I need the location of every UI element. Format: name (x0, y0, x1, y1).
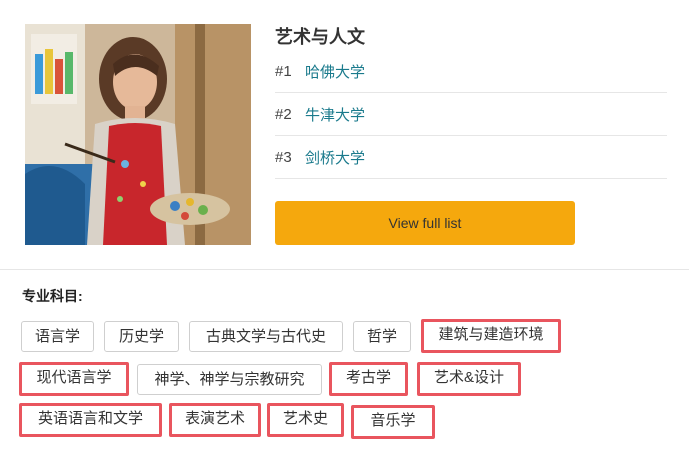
ranking-row: #2 牛津大学 (275, 93, 667, 136)
rank-number: #1 (275, 62, 292, 80)
subjects-heading: 专业科目: (22, 288, 83, 304)
rank-number: #3 (275, 148, 292, 166)
artist-photo (25, 24, 251, 245)
view-full-list-button[interactable]: View full list (275, 201, 575, 245)
subject-tag[interactable]: 古典文学与古代史 (189, 321, 343, 352)
subject-tag[interactable]: 建筑与建造环境 (421, 319, 561, 353)
subject-tag[interactable]: 神学、神学与宗教研究 (137, 364, 322, 395)
university-link[interactable]: 哈佛大学 (305, 61, 365, 82)
section-divider (0, 269, 689, 270)
subject-tag[interactable]: 考古学 (329, 362, 408, 396)
subject-tag[interactable]: 哲学 (353, 321, 411, 352)
category-card: 艺术与人文 #1 哈佛大学 #2 牛津大学 #3 剑桥大学 View full … (0, 0, 689, 270)
subject-tag[interactable]: 语言学 (21, 321, 94, 352)
subject-tag[interactable]: 历史学 (104, 321, 179, 352)
rank-number: #2 (275, 105, 292, 123)
ranking-row: #3 剑桥大学 (275, 136, 667, 179)
subject-tag[interactable]: 表演艺术 (169, 403, 261, 437)
subject-tag[interactable]: 艺术&设计 (417, 362, 521, 396)
subject-tag[interactable]: 艺术史 (267, 403, 344, 437)
category-title: 艺术与人文 (275, 27, 365, 47)
subject-tag[interactable]: 现代语言学 (19, 362, 129, 396)
subject-tag[interactable]: 音乐学 (351, 405, 435, 439)
ranking-row: #1 哈佛大学 (275, 50, 667, 93)
ranking-panel: 艺术与人文 #1 哈佛大学 #2 牛津大学 #3 剑桥大学 (275, 24, 667, 179)
university-link[interactable]: 剑桥大学 (305, 147, 365, 168)
university-link[interactable]: 牛津大学 (305, 104, 365, 125)
subject-tag[interactable]: 英语语言和文学 (19, 403, 162, 437)
